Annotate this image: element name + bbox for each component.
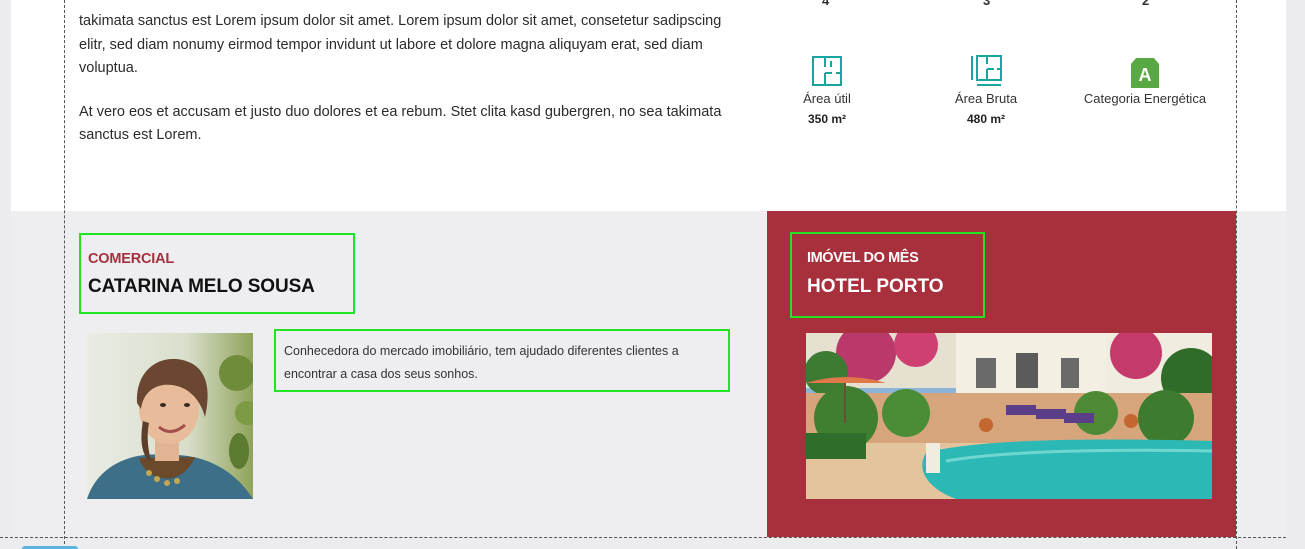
editor-guide-left <box>64 0 65 549</box>
featured-property-name: HOTEL PORTO <box>807 276 944 297</box>
feature-gross-area: Área Bruta 480 m² <box>906 52 1066 126</box>
description-paragraph: takimata sanctus est Lorem ipsum dolor s… <box>79 13 722 76</box>
bathrooms-count: 3 <box>983 0 991 8</box>
feature-energy-category: A Categoria Energética <box>1065 52 1225 107</box>
editor-guide-right <box>1236 0 1237 549</box>
feature-useful-area: Área útil 350 m² <box>747 52 907 126</box>
energy-rating-icon: A <box>1131 58 1159 88</box>
feature-value: 350 m² <box>807 112 847 126</box>
feature-label: Área útil <box>803 91 851 106</box>
agent-name: CATARINA MELO SOUSA <box>88 276 315 297</box>
featured-property-photo[interactable] <box>806 333 1212 499</box>
bedrooms-count: 4 <box>822 0 830 8</box>
agent-bio[interactable]: Conhecedora do mercado imobiliário, tem … <box>274 329 730 392</box>
feature-label: Área Bruta <box>954 91 1018 106</box>
featured-label: IMÓVEL DO MÊS <box>807 250 919 266</box>
parking-count: 2 <box>1142 0 1150 8</box>
description-paragraph: At vero eos et accusam et justo duo dolo… <box>79 103 722 144</box>
agent-category: COMERCIAL <box>88 251 175 267</box>
feature-label: Categoria Energética <box>1083 91 1207 106</box>
editor-guide-bottom <box>0 537 1286 538</box>
gross-area-icon <box>906 52 1066 88</box>
feature-value: 480 m² <box>966 112 1006 126</box>
floor-plan-icon <box>747 52 907 88</box>
agent-heading-block[interactable]: COMERCIAL CATARINA MELO SOUSA <box>79 233 355 314</box>
agent-bio-text: Conhecedora do mercado imobiliário, tem … <box>284 344 679 381</box>
featured-heading-block[interactable]: IMÓVEL DO MÊS HOTEL PORTO <box>790 232 985 318</box>
property-description: takimata sanctus est Lorem ipsum dolor s… <box>79 10 729 168</box>
agent-photo <box>87 333 253 499</box>
